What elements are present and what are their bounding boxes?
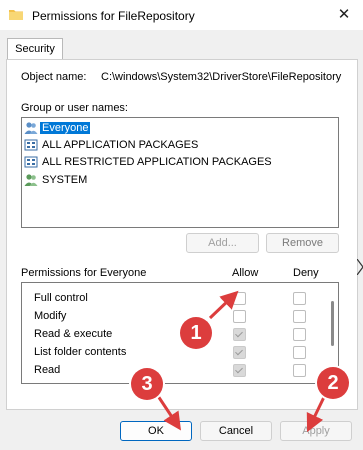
title-bar: Permissions for FileRepository ✕ xyxy=(0,0,363,30)
window-title: Permissions for FileRepository xyxy=(32,9,195,23)
list-item-label: SYSTEM xyxy=(42,174,88,187)
permission-row-modify: Modify xyxy=(22,308,322,326)
permission-row-read-execute: Read & execute xyxy=(22,326,322,344)
app-packages-icon xyxy=(24,139,38,151)
close-button[interactable]: ✕ xyxy=(334,5,354,25)
list-item-label: ALL RESTRICTED APPLICATION PACKAGES xyxy=(42,156,272,169)
list-item-system[interactable]: SYSTEM xyxy=(24,172,89,188)
deny-checkbox[interactable] xyxy=(293,292,306,305)
deny-checkbox[interactable] xyxy=(293,364,306,377)
permission-row-full-control: Full control xyxy=(22,290,322,308)
permission-row-read: Read xyxy=(22,362,322,380)
object-name-label: Object name: xyxy=(21,71,87,83)
permission-label: Modify xyxy=(34,310,67,322)
ok-button[interactable]: OK xyxy=(120,421,192,441)
deny-column-header: Deny xyxy=(293,267,319,279)
callout-1: 1 xyxy=(180,317,212,349)
allow-checkbox[interactable] xyxy=(233,310,246,323)
deny-checkbox[interactable] xyxy=(293,328,306,341)
permission-label: Read xyxy=(34,364,61,376)
deny-checkbox[interactable] xyxy=(293,346,306,359)
remove-button[interactable]: Remove xyxy=(266,233,339,253)
list-item-all-restricted-application-packages[interactable]: ALL RESTRICTED APPLICATION PACKAGES xyxy=(24,154,274,170)
permission-label: List folder contents xyxy=(34,346,127,358)
callout-2: 2 xyxy=(317,367,349,399)
allow-checkbox[interactable] xyxy=(233,346,246,359)
allow-column-header: Allow xyxy=(232,267,259,279)
list-item-all-application-packages[interactable]: ALL APPLICATION PACKAGES xyxy=(24,137,200,153)
allow-checkbox[interactable] xyxy=(233,328,246,341)
object-name-value: C:\windows\System32\DriverStore\FileRepo… xyxy=(101,71,342,83)
list-item-label: ALL APPLICATION PACKAGES xyxy=(42,139,199,152)
allow-checkbox[interactable] xyxy=(233,292,246,305)
group-list[interactable]: Everyone ALL APPLICATION PACKAGES ALL RE… xyxy=(21,117,339,228)
permission-label: Read & execute xyxy=(34,328,113,340)
list-item-everyone[interactable]: Everyone xyxy=(24,120,91,136)
permissions-scrollbar[interactable] xyxy=(331,301,334,346)
permission-label: Full control xyxy=(34,292,88,304)
folder-icon xyxy=(9,10,23,20)
close-icon: ✕ xyxy=(337,6,351,23)
add-button[interactable]: Add... xyxy=(186,233,259,253)
allow-checkbox[interactable] xyxy=(233,364,246,377)
users-icon xyxy=(24,122,38,135)
list-item-label: Everyone xyxy=(40,122,91,135)
group-names-label: Group or user names: xyxy=(21,102,128,114)
app-packages-icon xyxy=(24,156,38,168)
cancel-button[interactable]: Cancel xyxy=(200,421,272,441)
apply-button[interactable]: Apply xyxy=(280,421,352,441)
deny-checkbox[interactable] xyxy=(293,310,306,323)
callout-3: 3 xyxy=(131,368,163,400)
permissions-title: Permissions for Everyone xyxy=(21,267,147,279)
tab-security[interactable]: Security xyxy=(7,38,63,60)
permission-row-list-folder-contents: List folder contents xyxy=(22,344,322,362)
users-icon xyxy=(24,174,38,187)
mouse-cursor-icon xyxy=(357,259,363,275)
permissions-header: Permissions for Everyone Allow Deny xyxy=(21,265,337,282)
